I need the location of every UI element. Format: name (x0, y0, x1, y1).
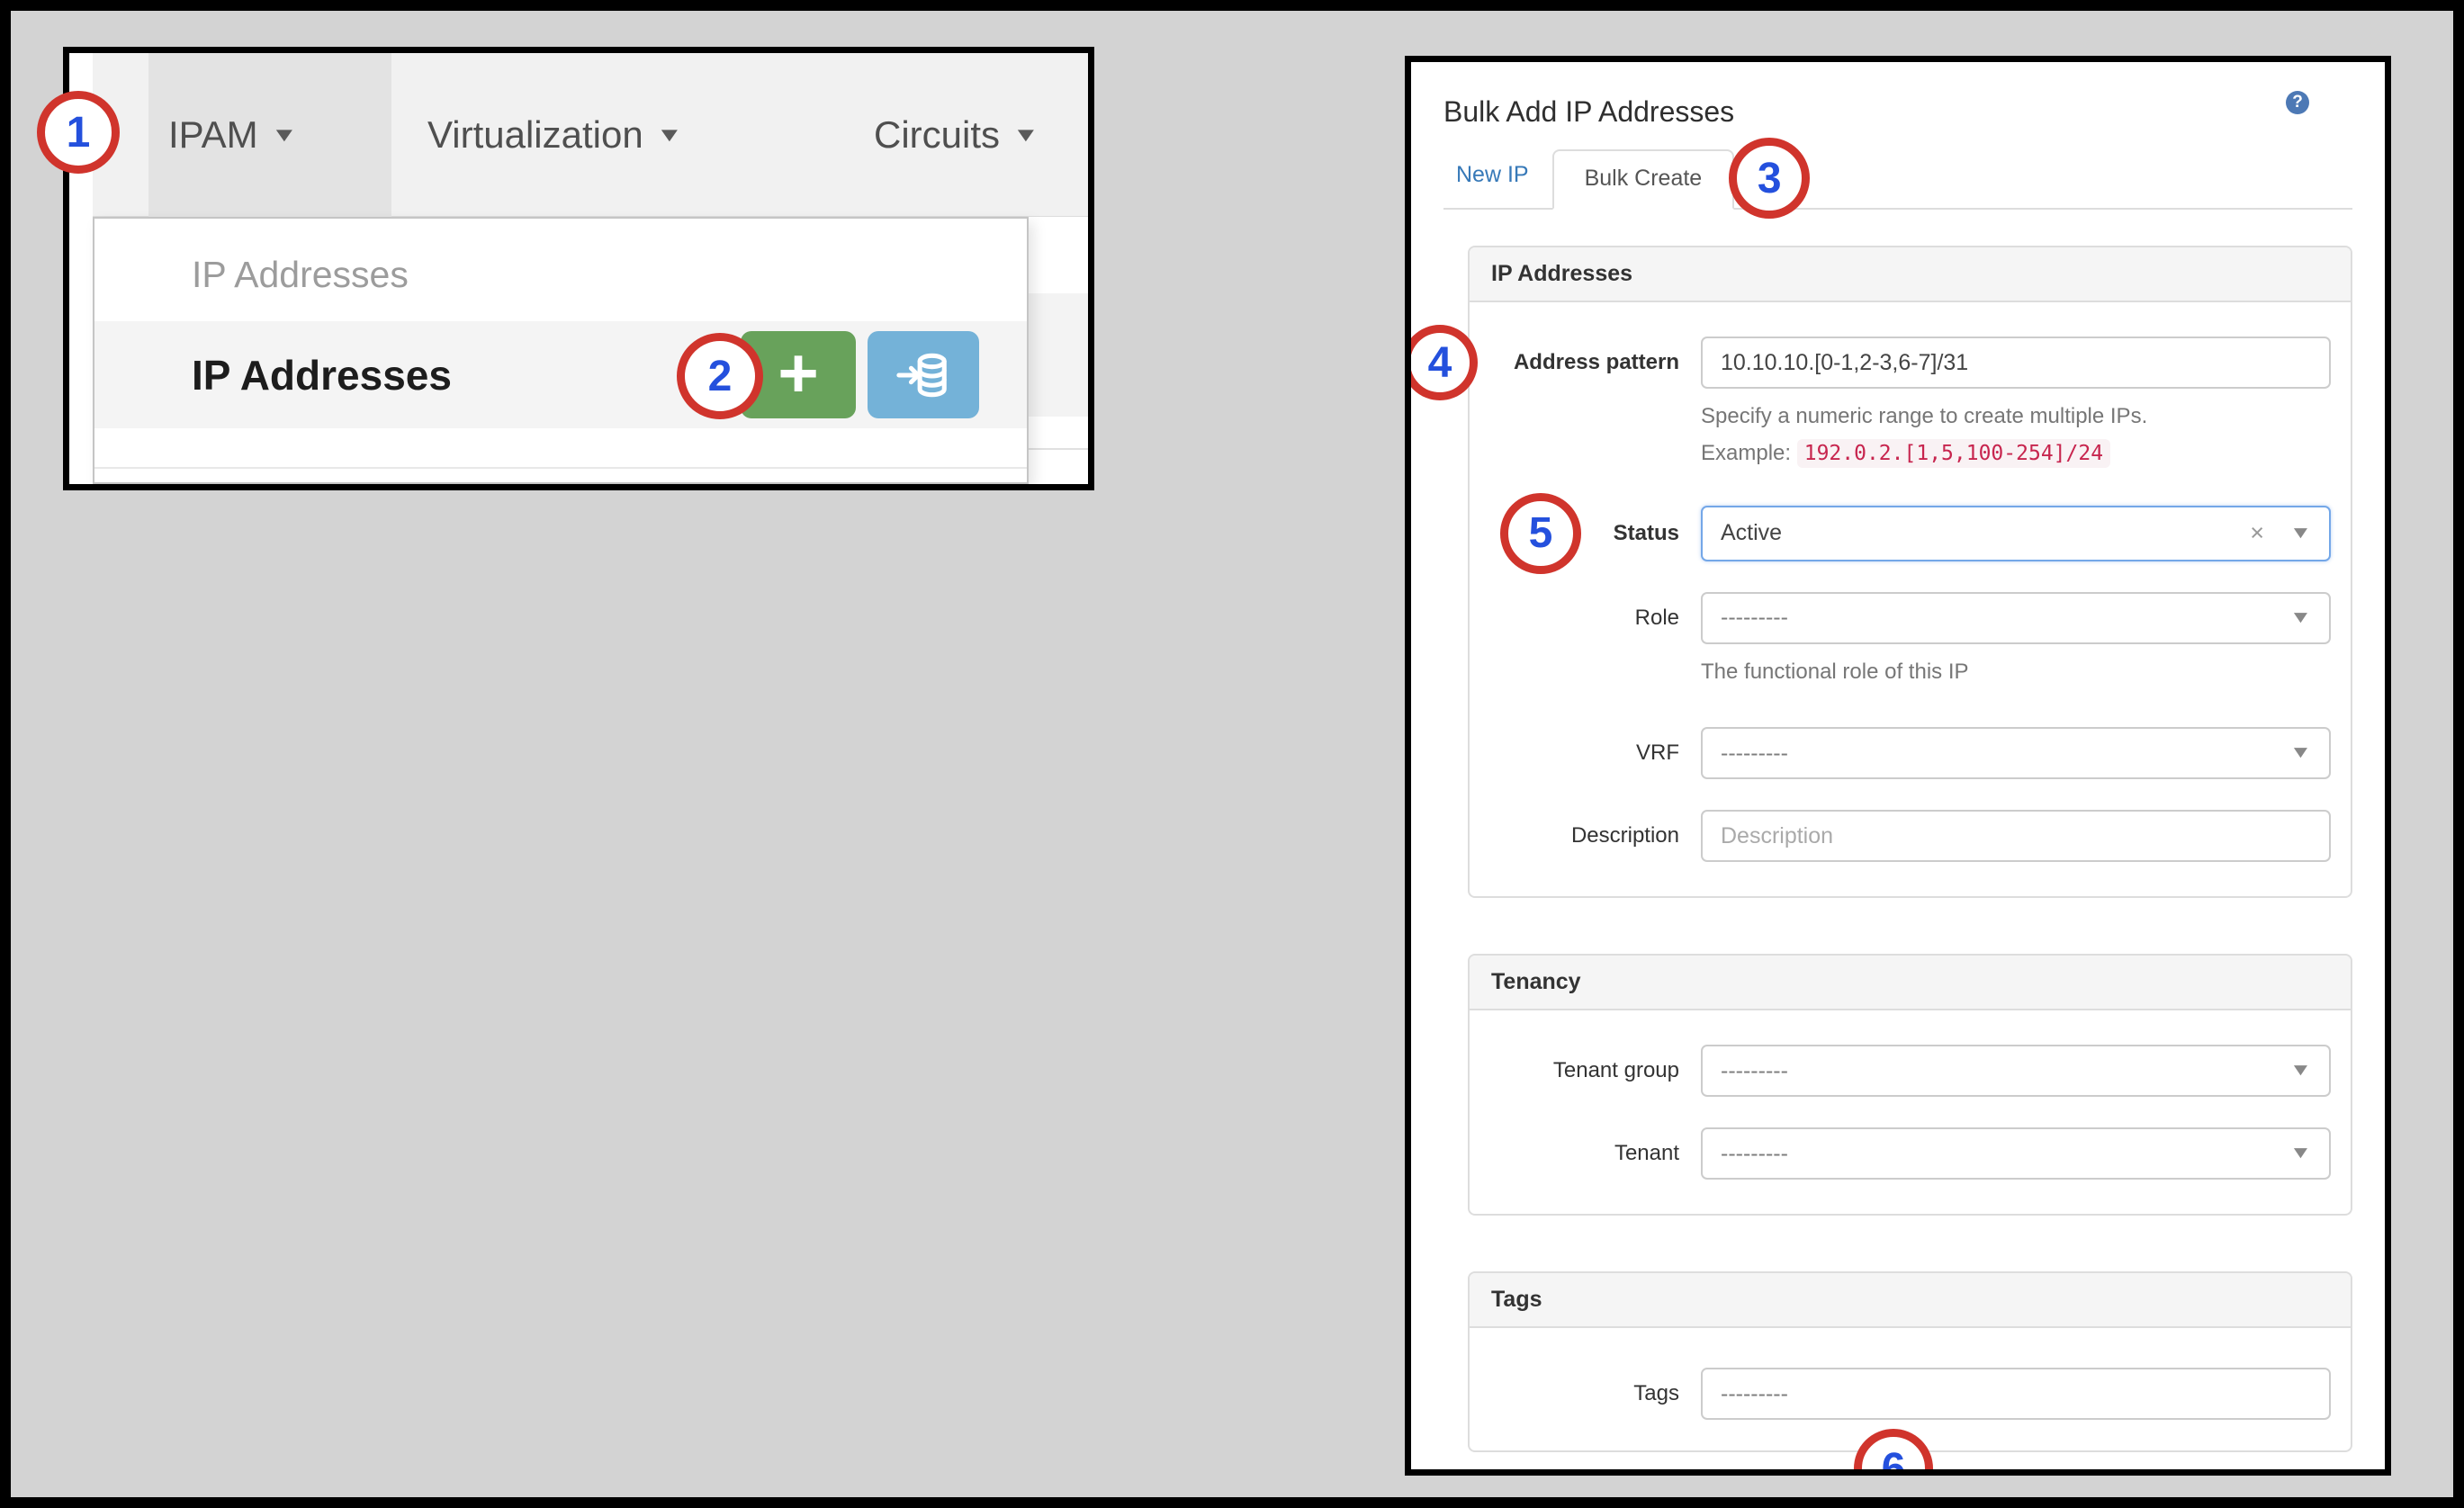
import-ip-button[interactable] (868, 331, 979, 418)
field-row-description: Description (1470, 810, 2315, 862)
chevron-down-icon: ▼ (2289, 524, 2312, 543)
dropdown-section-header: IP Addresses (192, 238, 409, 310)
bulk-add-form-panel: Bulk Add IP Addresses ? New IP Bulk Crea… (1405, 56, 2391, 1476)
annotation-step-3: 3 (1729, 138, 1810, 219)
role-value: --------- (1721, 605, 1788, 631)
database-import-icon (895, 347, 951, 403)
help-icon[interactable]: ? (2286, 91, 2309, 114)
section-tenancy: Tenancy Tenant group --------- ▼ Tenant (1468, 954, 2352, 1216)
nav-screenshot-panel: IPAM ▼ Virtualization ▼ Circuits ▼ IP Ad… (63, 47, 1094, 490)
image-frame: IPAM ▼ Virtualization ▼ Circuits ▼ IP Ad… (0, 0, 2464, 1508)
role-select[interactable]: --------- ▼ (1701, 592, 2331, 644)
annotation-step-1: 1 (37, 91, 120, 174)
address-pattern-input[interactable] (1701, 337, 2331, 389)
tenant-group-label: Tenant group (1470, 1058, 1679, 1083)
nav-item-ipam[interactable]: IPAM ▼ (168, 53, 293, 217)
chevron-down-icon: ▼ (1012, 123, 1039, 147)
status-value: Active (1721, 520, 1782, 546)
role-label: Role (1470, 606, 1679, 631)
field-row-address-pattern: 4 Address pattern (1470, 337, 2315, 389)
annotation-step-2: 2 (677, 333, 763, 419)
tenant-select[interactable]: --------- ▼ (1701, 1127, 2331, 1180)
field-row-vrf: VRF --------- ▼ (1470, 727, 2315, 779)
address-pattern-help: Specify a numeric range to create multip… (1701, 401, 2315, 470)
field-row-tenant: Tenant --------- ▼ (1470, 1127, 2315, 1180)
nav-item-virtualization-label: Virtualization (427, 113, 643, 157)
annotation-number: 2 (708, 352, 733, 401)
dropdown-divider (94, 467, 1027, 469)
description-input[interactable] (1701, 810, 2331, 862)
form-tabs: New IP Bulk Create 3 (1443, 147, 2352, 210)
annotation-number: 3 (1758, 154, 1782, 203)
role-help: The functional role of this IP (1701, 657, 2315, 688)
chevron-down-icon: ▼ (2289, 743, 2312, 763)
nav-item-ipam-label: IPAM (168, 113, 258, 157)
tags-label: Tags (1470, 1381, 1679, 1406)
annotation-number: 4 (1428, 338, 1452, 388)
field-row-tags: Tags --------- (1470, 1368, 2315, 1420)
field-row-status: 5 Status Active × ▼ (1470, 506, 2315, 561)
clear-selection-icon[interactable]: × (2250, 519, 2264, 547)
nav-item-circuits[interactable]: Circuits ▼ (874, 53, 1036, 217)
field-row-role: Role --------- ▼ (1470, 592, 2315, 644)
vrf-label: VRF (1470, 741, 1679, 766)
tags-value: --------- (1721, 1381, 1788, 1407)
nav-item-circuits-label: Circuits (874, 113, 1000, 157)
annotation-step-5: 5 (1500, 493, 1581, 574)
tenant-group-value: --------- (1721, 1058, 1788, 1084)
nav-item-virtualization[interactable]: Virtualization ▼ (427, 53, 679, 217)
tags-input[interactable]: --------- (1701, 1368, 2331, 1420)
description-label: Description (1470, 823, 1679, 848)
vrf-select[interactable]: --------- ▼ (1701, 727, 2331, 779)
chevron-down-icon: ▼ (2289, 1144, 2312, 1163)
chevron-down-icon: ▼ (2289, 1061, 2312, 1081)
annotation-number: 1 (67, 108, 91, 157)
tenant-value: --------- (1721, 1141, 1788, 1167)
annotation-step-4: 4 (1411, 325, 1478, 400)
section-header: IP Addresses (1470, 247, 2351, 302)
tenant-group-select[interactable]: --------- ▼ (1701, 1045, 2331, 1097)
tab-new-ip[interactable]: New IP (1443, 162, 1552, 208)
section-ip-addresses: IP Addresses 4 Address pattern Specify a… (1468, 246, 2352, 898)
section-header: Tenancy (1470, 956, 2351, 1010)
ipam-dropdown-menu: IP Addresses IP Addresses + (93, 217, 1029, 484)
section-tags: Tags Tags --------- (1468, 1271, 2352, 1452)
tab-bulk-create[interactable]: Bulk Create (1552, 149, 1735, 210)
page-title: Bulk Add IP Addresses (1443, 95, 1734, 129)
page-behind-dropdown (1029, 218, 1088, 484)
field-row-tenant-group: Tenant group --------- ▼ (1470, 1045, 2315, 1097)
plus-icon: + (778, 337, 819, 408)
address-pattern-label: Address pattern (1470, 350, 1679, 375)
vrf-value: --------- (1721, 741, 1788, 767)
dropdown-item-ip-addresses[interactable]: IP Addresses + (94, 321, 1027, 428)
tenant-label: Tenant (1470, 1141, 1679, 1166)
annotation-number: 6 (1882, 1444, 1906, 1469)
section-header: Tags (1470, 1273, 2351, 1328)
chevron-down-icon: ▼ (655, 123, 682, 147)
status-select[interactable]: Active × ▼ (1701, 506, 2331, 561)
top-nav-bar: IPAM ▼ Virtualization ▼ Circuits ▼ (93, 53, 1088, 217)
dropdown-item-label: IP Addresses (192, 351, 452, 399)
example-label: Example: (1701, 441, 1791, 465)
chevron-down-icon: ▼ (270, 123, 297, 147)
chevron-down-icon: ▼ (2289, 608, 2312, 628)
annotation-number: 5 (1529, 508, 1553, 558)
example-code: 192.0.2.[1,5,100-254]/24 (1797, 439, 2110, 468)
